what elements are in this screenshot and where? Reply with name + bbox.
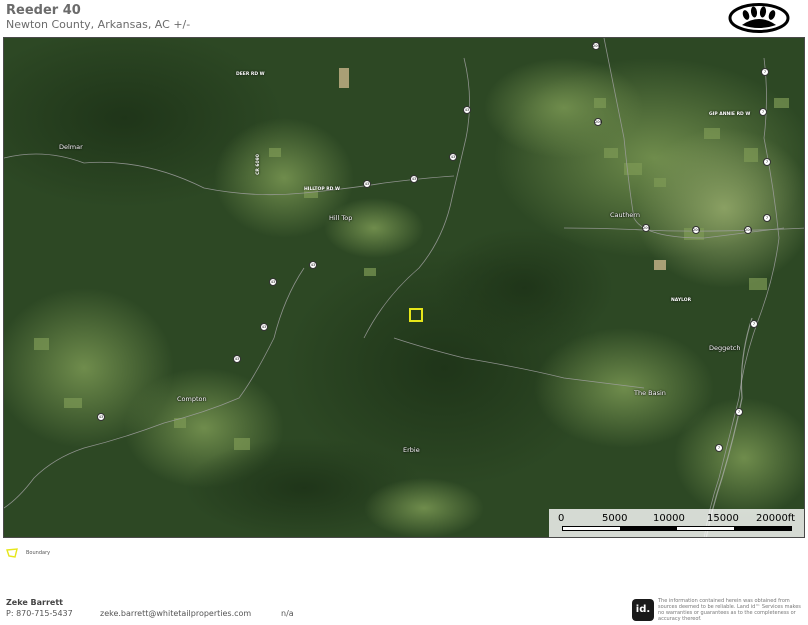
place-label-delmar: Delmar — [59, 143, 83, 151]
scale-tick: 0 — [558, 513, 565, 524]
bear-paw-icon — [728, 3, 790, 33]
highway-shield: 206 — [692, 226, 700, 234]
agent-phone[interactable]: P: 870-715-5437 — [6, 609, 73, 618]
place-label-erbie: Erbie — [403, 446, 420, 454]
scale-tick: 5000 — [602, 513, 628, 524]
boundary-polygon-icon — [6, 548, 18, 558]
road-label-naylor: NAYLOR — [671, 298, 692, 303]
terrain-imagery — [4, 38, 804, 537]
highway-shield: 206 — [642, 224, 650, 232]
scale-tick: 10000 — [653, 513, 685, 524]
highway-shield: 43 — [233, 355, 241, 363]
disclaimer-text: The information contained herein was obt… — [658, 598, 801, 622]
property-boundary[interactable] — [409, 308, 423, 322]
highway-shield: 7 — [735, 408, 743, 416]
highway-shield: 7 — [715, 444, 723, 452]
highway-shield: 206 — [744, 226, 752, 234]
satellite-map[interactable]: Delmar Hill Top Compton Erbie Cauthern D… — [3, 37, 805, 538]
highway-shield: 7 — [759, 108, 767, 116]
road-label-vertical: CR 6090 — [255, 154, 261, 175]
scale-bar-graphic — [562, 526, 792, 531]
land-id-logo: id. — [632, 599, 654, 621]
highway-shield: 43 — [410, 175, 418, 183]
highway-shield: 206 — [592, 42, 600, 50]
highway-shield: 7 — [763, 214, 771, 222]
place-label-deggetch: Deggetch — [709, 344, 741, 352]
scale-tick: 20000ft — [756, 513, 796, 524]
legend-label: Boundary — [26, 550, 51, 556]
highway-shield: 43 — [97, 413, 105, 421]
place-label-hilltop: Hill Top — [329, 214, 353, 222]
place-label-cauthern: Cauthern — [610, 211, 640, 219]
place-label-the-basin: The Basin — [634, 389, 666, 397]
highway-shield: 43 — [269, 278, 277, 286]
agent-extra: n/a — [281, 609, 294, 618]
highway-shield: 43 — [309, 261, 317, 269]
highway-shield: 206 — [594, 118, 602, 126]
map-title: Reeder 40 — [6, 3, 81, 18]
road-label-deer-rd: DEER RD W — [236, 72, 265, 77]
highway-shield: 7 — [763, 158, 771, 166]
place-label-compton: Compton — [177, 395, 207, 403]
agent-name: Zeke Barrett — [6, 598, 64, 607]
road-label-gip-annie: GIP ANNIE RD W — [709, 112, 751, 117]
highway-shield: 7 — [750, 320, 758, 328]
scale-tick: 15000 — [707, 513, 739, 524]
scale-bar: 0 5000 10000 15000 20000ft — [549, 509, 804, 537]
highway-shield: 43 — [363, 180, 371, 188]
highway-shield: 43 — [449, 153, 457, 161]
highway-shield: 43 — [463, 106, 471, 114]
highway-shield: 7 — [761, 68, 769, 76]
road-label-hilltop-rd: HILLTOP RD W — [304, 187, 340, 192]
map-subtitle: Newton County, Arkansas, AC +/- — [6, 18, 191, 31]
highway-shield: 43 — [260, 323, 268, 331]
agent-email[interactable]: zeke.barrett@whitetailproperties.com — [100, 609, 251, 618]
